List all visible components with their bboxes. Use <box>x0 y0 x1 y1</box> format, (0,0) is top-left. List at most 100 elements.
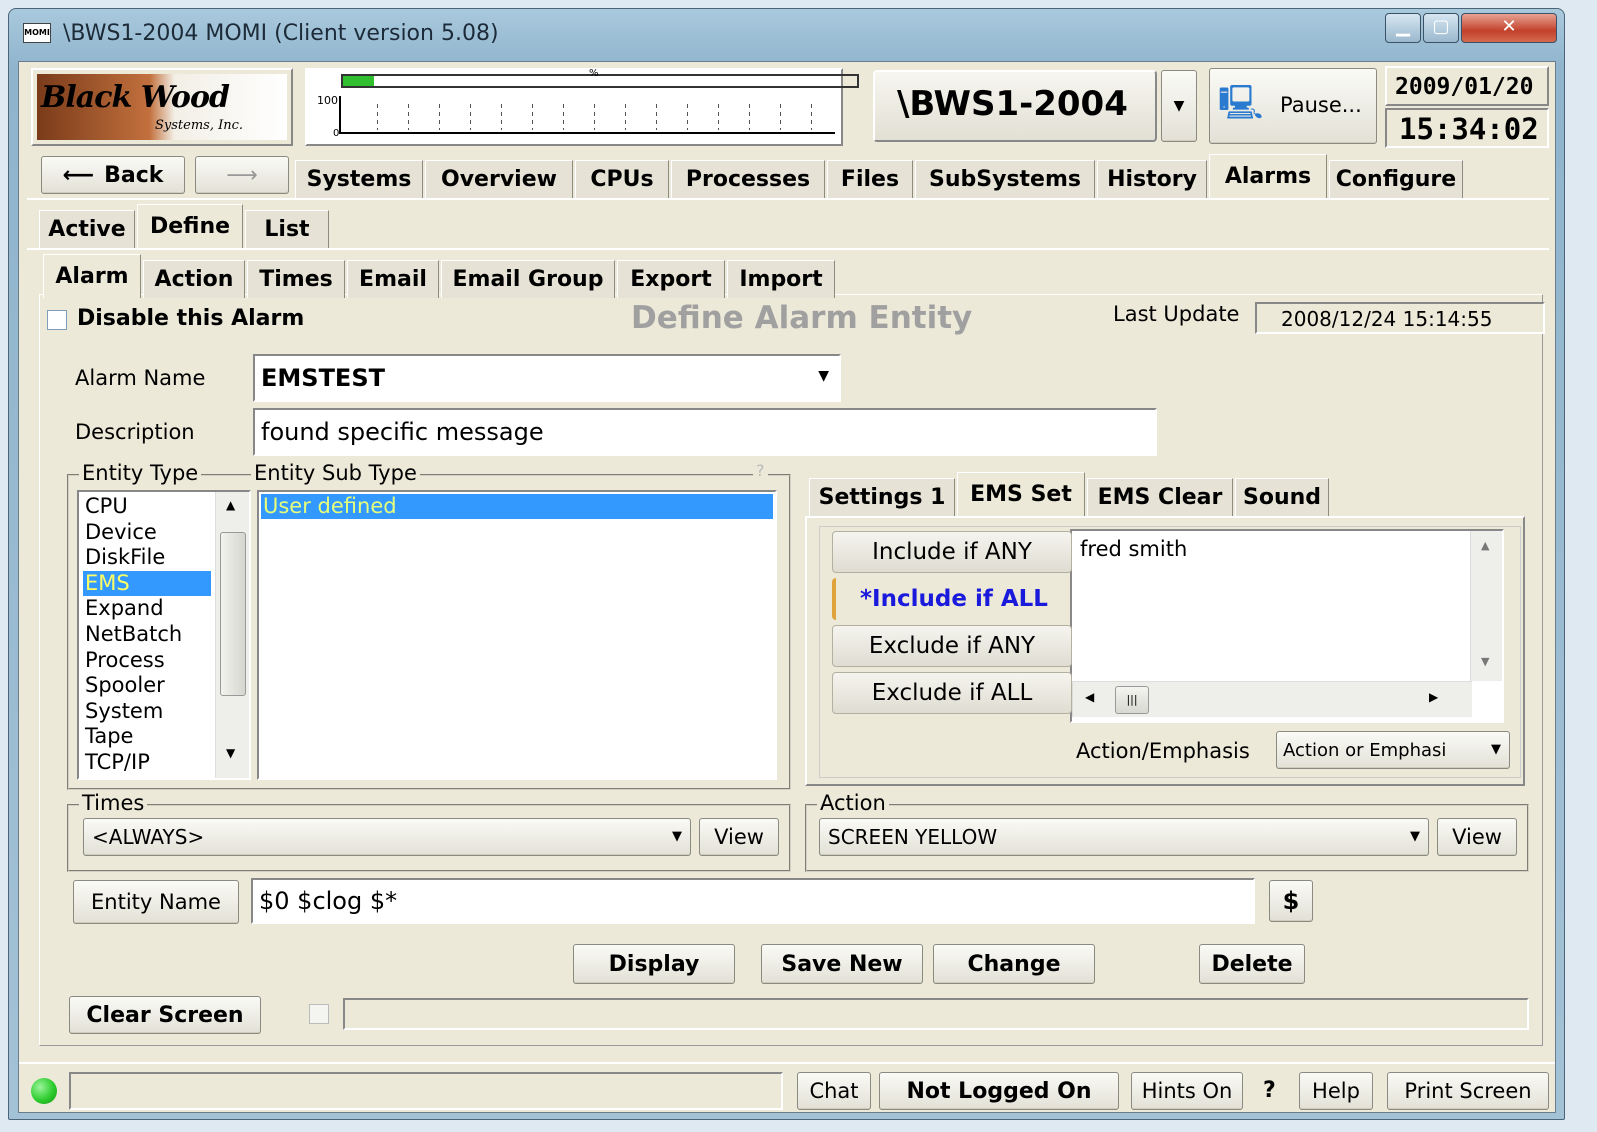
question-icon[interactable]: ? <box>1263 1078 1276 1103</box>
entity-type-item[interactable]: Spooler <box>83 673 211 698</box>
entity-type-item[interactable]: CPU <box>83 494 211 519</box>
alarm-tab-email[interactable]: Email <box>347 260 439 298</box>
chevron-down-icon[interactable]: ▼ <box>818 368 829 384</box>
entity-type-scrollbar[interactable]: ▲ ▼ <box>215 492 249 778</box>
alarm-tab-email-group[interactable]: Email Group <box>441 260 615 298</box>
tab-processes[interactable]: Processes <box>671 160 825 198</box>
delete-button[interactable]: Delete <box>1199 944 1305 984</box>
entity-name-button[interactable]: Entity Name <box>73 880 239 924</box>
ems-horizontal-scrollbar[interactable]: ◀ ||| ▶ <box>1072 681 1472 717</box>
entity-type-item[interactable]: Process <box>83 648 211 673</box>
ems-tab-settings-1[interactable]: Settings 1 <box>809 478 955 516</box>
scroll-left-icon[interactable]: ◀ <box>1085 690 1094 704</box>
chevron-down-icon[interactable]: ▼ <box>1491 742 1501 757</box>
save-new-button[interactable]: Save New <box>761 944 923 984</box>
alarm-name-combo[interactable]: EMSTEST ▼ <box>253 354 841 402</box>
times-view-button[interactable]: View <box>699 818 779 856</box>
tab-cpus[interactable]: CPUs <box>575 160 669 198</box>
scroll-up-icon[interactable]: ▲ <box>226 498 235 512</box>
chat-button[interactable]: Chat <box>797 1072 871 1110</box>
ems-include-if-any-button[interactable]: Include if ANY <box>832 531 1072 573</box>
system-name: \BWS1-2004 <box>897 84 1128 124</box>
entity-type-item[interactable]: TCP/IP <box>83 750 211 775</box>
close-button[interactable]: ✕ <box>1461 13 1557 43</box>
variable-insert-button[interactable]: $ <box>1269 880 1313 922</box>
alarm-tab-import[interactable]: Import <box>727 260 835 298</box>
ems-exclude-if-any-button[interactable]: Exclude if ANY <box>832 625 1072 667</box>
maximize-button[interactable]: ▢ <box>1423 13 1459 43</box>
entity-type-item[interactable]: Expand <box>83 596 211 621</box>
client-area: Black Wood Systems, Inc. % 100 0 \BWS1-2… <box>18 61 1556 1113</box>
chevron-down-icon[interactable]: ▼ <box>1410 829 1420 844</box>
entity-type-item[interactable]: NetBatch <box>83 622 211 647</box>
back-button[interactable]: ⟵ Back <box>41 156 185 194</box>
subtab-define[interactable]: Define <box>137 204 243 248</box>
description-field[interactable]: found specific message <box>253 408 1157 456</box>
entity-type-item[interactable]: DiskFile <box>83 545 211 570</box>
ems-inner-panel: fred smith ▲ ▼ ◀ ||| ▶ Action/Emphasis A… <box>819 526 1521 778</box>
tab-systems[interactable]: Systems <box>295 160 423 198</box>
tab-files[interactable]: Files <box>827 160 913 198</box>
scroll-thumb[interactable] <box>220 532 246 696</box>
entity-type-list[interactable]: CPU Device DiskFile EMS Expand NetBatch Proces… <box>77 490 251 780</box>
scroll-right-icon[interactable]: ▶ <box>1429 690 1438 704</box>
entity-type-item[interactable]: EMS <box>83 570 211 596</box>
scroll-down-icon[interactable]: ▼ <box>1481 655 1489 668</box>
ems-tab-ems-set[interactable]: EMS Set <box>957 472 1085 516</box>
entity-type-item[interactable]: Tape <box>83 724 211 749</box>
tab-configure[interactable]: Configure <box>1329 160 1463 198</box>
disable-alarm-checkbox[interactable] <box>47 310 67 330</box>
subtab-list[interactable]: List <box>245 210 329 248</box>
scroll-thumb[interactable]: ||| <box>1115 686 1149 714</box>
action-emphasis-select[interactable]: Action or Emphasi ▼ <box>1276 731 1510 769</box>
status-checkbox[interactable] <box>309 1004 329 1024</box>
login-status-button[interactable]: Not Logged On <box>879 1072 1119 1110</box>
ems-text-area[interactable]: fred smith ▲ ▼ ◀ ||| ▶ <box>1070 529 1504 723</box>
forward-button[interactable]: ⟶ <box>195 156 289 194</box>
action-select[interactable]: SCREEN YELLOW ▼ <box>819 818 1429 856</box>
tab-history[interactable]: History <box>1097 160 1207 198</box>
ems-include-if-all-button[interactable]: *Include if ALL <box>832 578 1072 620</box>
subtab-active[interactable]: Active <box>39 210 135 248</box>
system-selector[interactable]: \BWS1-2004 <box>873 70 1157 142</box>
entity-type-item[interactable]: System <box>83 699 211 724</box>
change-button[interactable]: Change <box>933 944 1095 984</box>
logo-panel: Black Wood Systems, Inc. <box>31 68 293 146</box>
alarm-tab-action[interactable]: Action <box>143 260 245 298</box>
hints-toggle-button[interactable]: Hints On <box>1131 1072 1243 1110</box>
tab-alarms[interactable]: Alarms <box>1209 154 1327 198</box>
pause-button[interactable]: 🖳 Pause... <box>1209 68 1377 144</box>
entity-name-field[interactable]: $0 $clog $* <box>251 878 1255 924</box>
help-button[interactable]: Help <box>1299 1072 1373 1110</box>
scroll-down-icon[interactable]: ▼ <box>226 746 235 760</box>
print-screen-button[interactable]: Print Screen <box>1387 1072 1549 1110</box>
system-dropdown-button[interactable]: ▼ <box>1161 70 1197 142</box>
ems-exclude-if-all-button[interactable]: Exclude if ALL <box>832 672 1072 714</box>
scroll-up-icon[interactable]: ▲ <box>1481 539 1489 552</box>
entity-type-item[interactable]: Device <box>83 520 211 545</box>
back-label: Back <box>104 162 164 188</box>
window-title: \BWS1-2004 MOMI (Client version 5.08) <box>63 21 499 46</box>
meter-bar: % <box>341 68 859 88</box>
ems-tab-sound[interactable]: Sound <box>1235 478 1329 516</box>
ems-tab-ems-clear[interactable]: EMS Clear <box>1087 478 1233 516</box>
tab-overview[interactable]: Overview <box>425 160 573 198</box>
tab-subsystems[interactable]: SubSystems <box>915 160 1095 198</box>
logo-text: Black Wood <box>41 80 230 115</box>
times-select[interactable]: <ALWAYS> ▼ <box>83 818 691 856</box>
chevron-down-icon[interactable]: ▼ <box>672 829 682 844</box>
entity-sub-type-list[interactable]: User defined <box>257 490 777 780</box>
ems-vertical-scrollbar[interactable]: ▲ ▼ <box>1470 531 1502 681</box>
meter-grid <box>347 100 833 130</box>
action-view-button[interactable]: View <box>1437 818 1517 856</box>
display-button[interactable]: Display <box>573 944 735 984</box>
entity-sub-type-item[interactable]: User defined <box>261 494 773 519</box>
alarm-tab-export[interactable]: Export <box>617 260 725 298</box>
computers-sync-icon: 🖳 <box>1218 83 1264 123</box>
minimize-button[interactable]: ▁ <box>1385 13 1421 43</box>
alarm-name-label: Alarm Name <box>75 366 206 390</box>
alarm-tab-alarm[interactable]: Alarm <box>43 254 141 298</box>
clear-screen-button[interactable]: Clear Screen <box>69 996 261 1034</box>
alarm-tab-times[interactable]: Times <box>247 260 345 298</box>
status-message-field <box>343 998 1529 1030</box>
